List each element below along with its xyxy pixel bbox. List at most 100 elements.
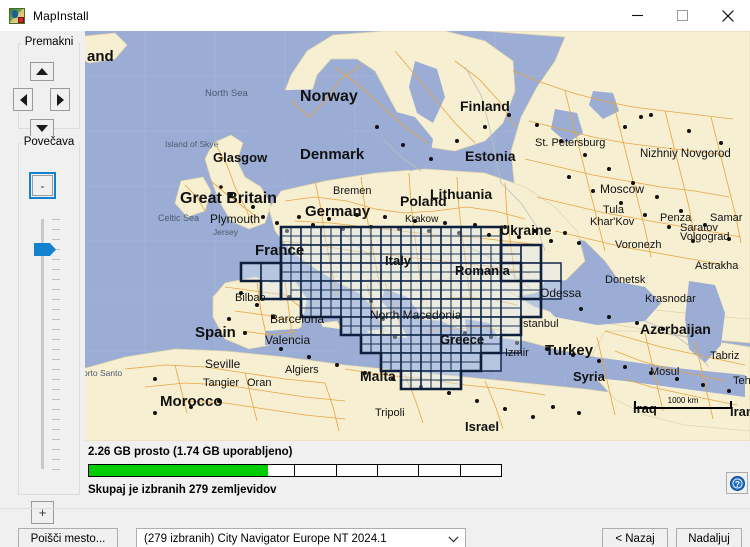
svg-text:Astrakha: Astrakha — [695, 260, 739, 272]
svg-text:Donetsk: Donetsk — [605, 274, 646, 286]
svg-text:Iran: Iran — [730, 404, 750, 419]
svg-text:Bilbao: Bilbao — [235, 292, 266, 304]
title-bar: MapInstall — [0, 0, 750, 31]
pan-left-button[interactable] — [13, 88, 33, 111]
svg-text:Jersey: Jersey — [213, 227, 239, 237]
svg-text:Barcelona: Barcelona — [270, 312, 324, 326]
svg-text:Celtic Sea: Celtic Sea — [158, 213, 199, 223]
zoom-out-button[interactable]: - — [29, 172, 56, 199]
svg-text:Oran: Oran — [247, 377, 271, 389]
window-title: MapInstall — [33, 8, 89, 23]
svg-text:Poland: Poland — [400, 193, 447, 209]
svg-text:France: France — [255, 242, 304, 259]
arrow-left-icon — [19, 93, 27, 106]
zoom-group-label: Povečava — [19, 136, 79, 148]
minimize-icon[interactable] — [615, 0, 660, 31]
mapinstall-icon — [9, 7, 25, 24]
arrow-right-icon — [56, 93, 64, 106]
svg-text:Ukraine: Ukraine — [500, 222, 552, 238]
svg-text:Moscow: Moscow — [600, 182, 644, 196]
zoom-in-button[interactable]: + — [31, 501, 54, 524]
help-icon: ? — [729, 475, 745, 491]
svg-text:Finland: Finland — [460, 98, 510, 114]
svg-text:Seville: Seville — [205, 357, 241, 371]
scale-bar-cap-left — [634, 401, 636, 409]
next-button[interactable]: Nadaljuj — [676, 528, 742, 547]
storage-meter-segment — [295, 465, 337, 476]
storage-meter-segment — [378, 465, 420, 476]
svg-text:Bremen: Bremen — [333, 185, 372, 197]
svg-text:orto Santo: orto Santo — [85, 368, 122, 378]
status-area: 2.26 GB prosto (1.74 GB uporabljeno) Sku… — [85, 446, 750, 502]
scale-bar-label: 1000 km — [667, 396, 699, 405]
maximize-icon[interactable] — [660, 0, 705, 31]
svg-text:Khar'Kov: Khar'Kov — [590, 216, 635, 228]
storage-meter-segment — [419, 465, 461, 476]
svg-text:Turkey: Turkey — [545, 342, 594, 359]
svg-text:Norway: Norway — [300, 88, 358, 105]
svg-text:Spain: Spain — [195, 324, 236, 341]
svg-text:Great Britain: Great Britain — [180, 190, 277, 207]
svg-text:Malta: Malta — [360, 368, 396, 384]
svg-text:Syria: Syria — [573, 369, 606, 384]
scale-bar-cap-right — [730, 401, 732, 409]
bottom-separator — [0, 508, 750, 509]
svg-text:St. Petersburg: St. Petersburg — [535, 137, 605, 149]
svg-text:?: ? — [734, 479, 739, 489]
move-group-label: Premakni — [20, 36, 78, 48]
back-button[interactable]: < Nazaj — [602, 528, 668, 547]
chevron-down-icon[interactable] — [441, 535, 465, 543]
svg-text:Greece: Greece — [440, 332, 484, 347]
svg-text:Volgograd: Volgograd — [680, 231, 730, 243]
svg-text:Germany: Germany — [305, 203, 371, 220]
map-product-value: (279 izbranih) City Navigator Europe NT … — [144, 533, 387, 545]
storage-meter-segment — [461, 465, 501, 476]
map-canvas[interactable]: and North Sea Norway Finland Estonia St.… — [85, 31, 750, 441]
svg-text:Odessa: Odessa — [540, 286, 582, 300]
svg-text:Istanbul: Istanbul — [520, 318, 559, 330]
svg-text:Plymouth: Plymouth — [210, 212, 260, 226]
help-button[interactable]: ? — [726, 472, 748, 494]
svg-text:Tripoli: Tripoli — [375, 407, 405, 419]
svg-text:and: and — [87, 48, 114, 65]
left-control-panel: Premakni Povečava - + — [0, 31, 85, 524]
svg-text:Valencia: Valencia — [265, 333, 310, 347]
map-scale-bar: 1000 km — [634, 395, 732, 409]
storage-meter — [88, 464, 502, 477]
svg-text:Italy: Italy — [385, 253, 412, 268]
svg-text:Denmark: Denmark — [300, 146, 365, 163]
pan-up-button[interactable] — [30, 62, 54, 81]
map-viewport[interactable]: and North Sea Norway Finland Estonia St.… — [85, 31, 750, 441]
svg-text:Algiers: Algiers — [285, 364, 319, 376]
pan-right-button[interactable] — [50, 88, 70, 111]
svg-text:Island of Skye: Island of Skye — [165, 139, 219, 149]
svg-text:Glasgow: Glasgow — [213, 150, 268, 165]
mapinstall-window: MapInstall Premakni Povečava - + and Nor… — [0, 0, 750, 547]
svg-text:Tangier: Tangier — [203, 377, 239, 389]
close-icon[interactable] — [705, 0, 750, 31]
svg-text:Mosul: Mosul — [650, 366, 679, 378]
svg-text:Nizhniy Novgorod: Nizhniy Novgorod — [640, 148, 731, 160]
svg-text:Izmir: Izmir — [505, 347, 529, 359]
svg-text:Krakow: Krakow — [405, 214, 439, 225]
total-selected-text: Skupaj je izbranih 279 zemljevidov — [88, 484, 277, 496]
svg-text:Azerbaijan: Azerbaijan — [640, 321, 711, 337]
svg-text:Israel: Israel — [465, 419, 499, 434]
svg-text:Voronezh: Voronezh — [615, 239, 661, 251]
scale-bar-line — [634, 407, 732, 409]
svg-text:Romania: Romania — [455, 263, 511, 278]
storage-meter-segment — [337, 465, 379, 476]
svg-text:North Sea: North Sea — [205, 88, 248, 99]
window-controls — [615, 0, 750, 31]
svg-text:North Macedonia: North Macedonia — [370, 308, 462, 322]
svg-text:Teh: Teh — [733, 375, 750, 387]
svg-text:Tula: Tula — [603, 204, 625, 216]
zoom-slider-track[interactable] — [41, 219, 44, 469]
svg-text:Tabriz: Tabriz — [710, 350, 739, 362]
free-space-text: 2.26 GB prosto (1.74 GB uporabljeno) — [88, 446, 293, 458]
svg-text:Estonia: Estonia — [465, 148, 516, 164]
find-place-button[interactable]: Poišči mesto... — [18, 528, 118, 547]
storage-meter-fill — [89, 465, 269, 476]
move-group: Premakni — [18, 36, 80, 129]
map-product-dropdown[interactable]: (279 izbranih) City Navigator Europe NT … — [136, 528, 466, 547]
